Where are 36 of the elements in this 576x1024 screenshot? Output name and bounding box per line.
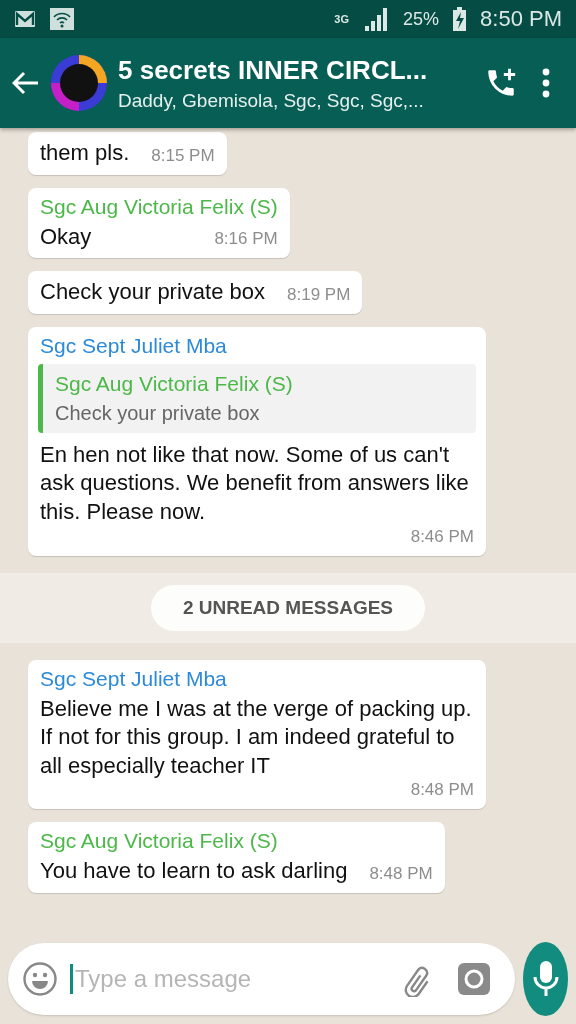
emoji-icon[interactable] — [22, 961, 58, 997]
participants: Daddy, Gbemisola, Sgc, Sgc, Sgc,... — [118, 89, 425, 112]
unread-count: 2 UNREAD MESSAGES — [150, 584, 426, 631]
gmail-icon — [14, 10, 36, 28]
message-text: Believe me I was at the verge of packing up. If not for this group. I am indeed grateful to all especially teacher IT — [40, 694, 473, 780]
quoted-text: Check your private box — [55, 401, 261, 425]
microphone-icon[interactable] — [531, 959, 560, 999]
message-field[interactable]: Type a message — [8, 943, 515, 1015]
battery-percent: 25% — [403, 8, 440, 30]
message-text: Okay — [40, 222, 92, 251]
battery-charging-icon — [453, 7, 467, 31]
signal-icon — [363, 7, 390, 31]
clock: 8:50 PM — [480, 6, 562, 32]
message-time: 8:19 PM — [287, 284, 351, 306]
quoted-message[interactable]: Sgc Aug Victoria Felix (S) Check your private box — [38, 363, 476, 433]
message-time: 8:16 PM — [214, 229, 278, 251]
message-text: Check your private box — [40, 278, 265, 307]
message-time: 8:15 PM — [151, 145, 215, 167]
sender-name: Sgc Sept Juliet Mba — [40, 666, 228, 691]
message-text: En hen not like that now. Some of us can't ask questions. We benefit from answers like this. Please now. — [40, 440, 470, 526]
network-type: 3G — [334, 13, 350, 25]
chat-title: 5 secrets INNER CIRCL... — [118, 54, 429, 86]
menu-icon[interactable] — [542, 68, 550, 98]
wifi-icon — [50, 8, 74, 30]
group-avatar[interactable] — [50, 54, 108, 112]
quoted-sender: Sgc Aug Victoria Felix (S) — [55, 371, 294, 396]
sender-name: Sgc Aug Victoria Felix (S) — [40, 194, 278, 219]
message-text: You have to learn to ask darling — [40, 857, 348, 886]
message-time: 8:48 PM — [369, 863, 433, 885]
message-text: them pls. — [40, 139, 130, 167]
camera-icon[interactable] — [457, 962, 491, 996]
back-button[interactable] — [12, 71, 40, 95]
sender-name: Sgc Aug Victoria Felix (S) — [40, 829, 279, 854]
message-time: 8:48 PM — [410, 780, 474, 802]
sender-name: Sgc Sept Juliet Mba — [40, 333, 228, 358]
message-time: 8:46 PM — [410, 526, 474, 548]
